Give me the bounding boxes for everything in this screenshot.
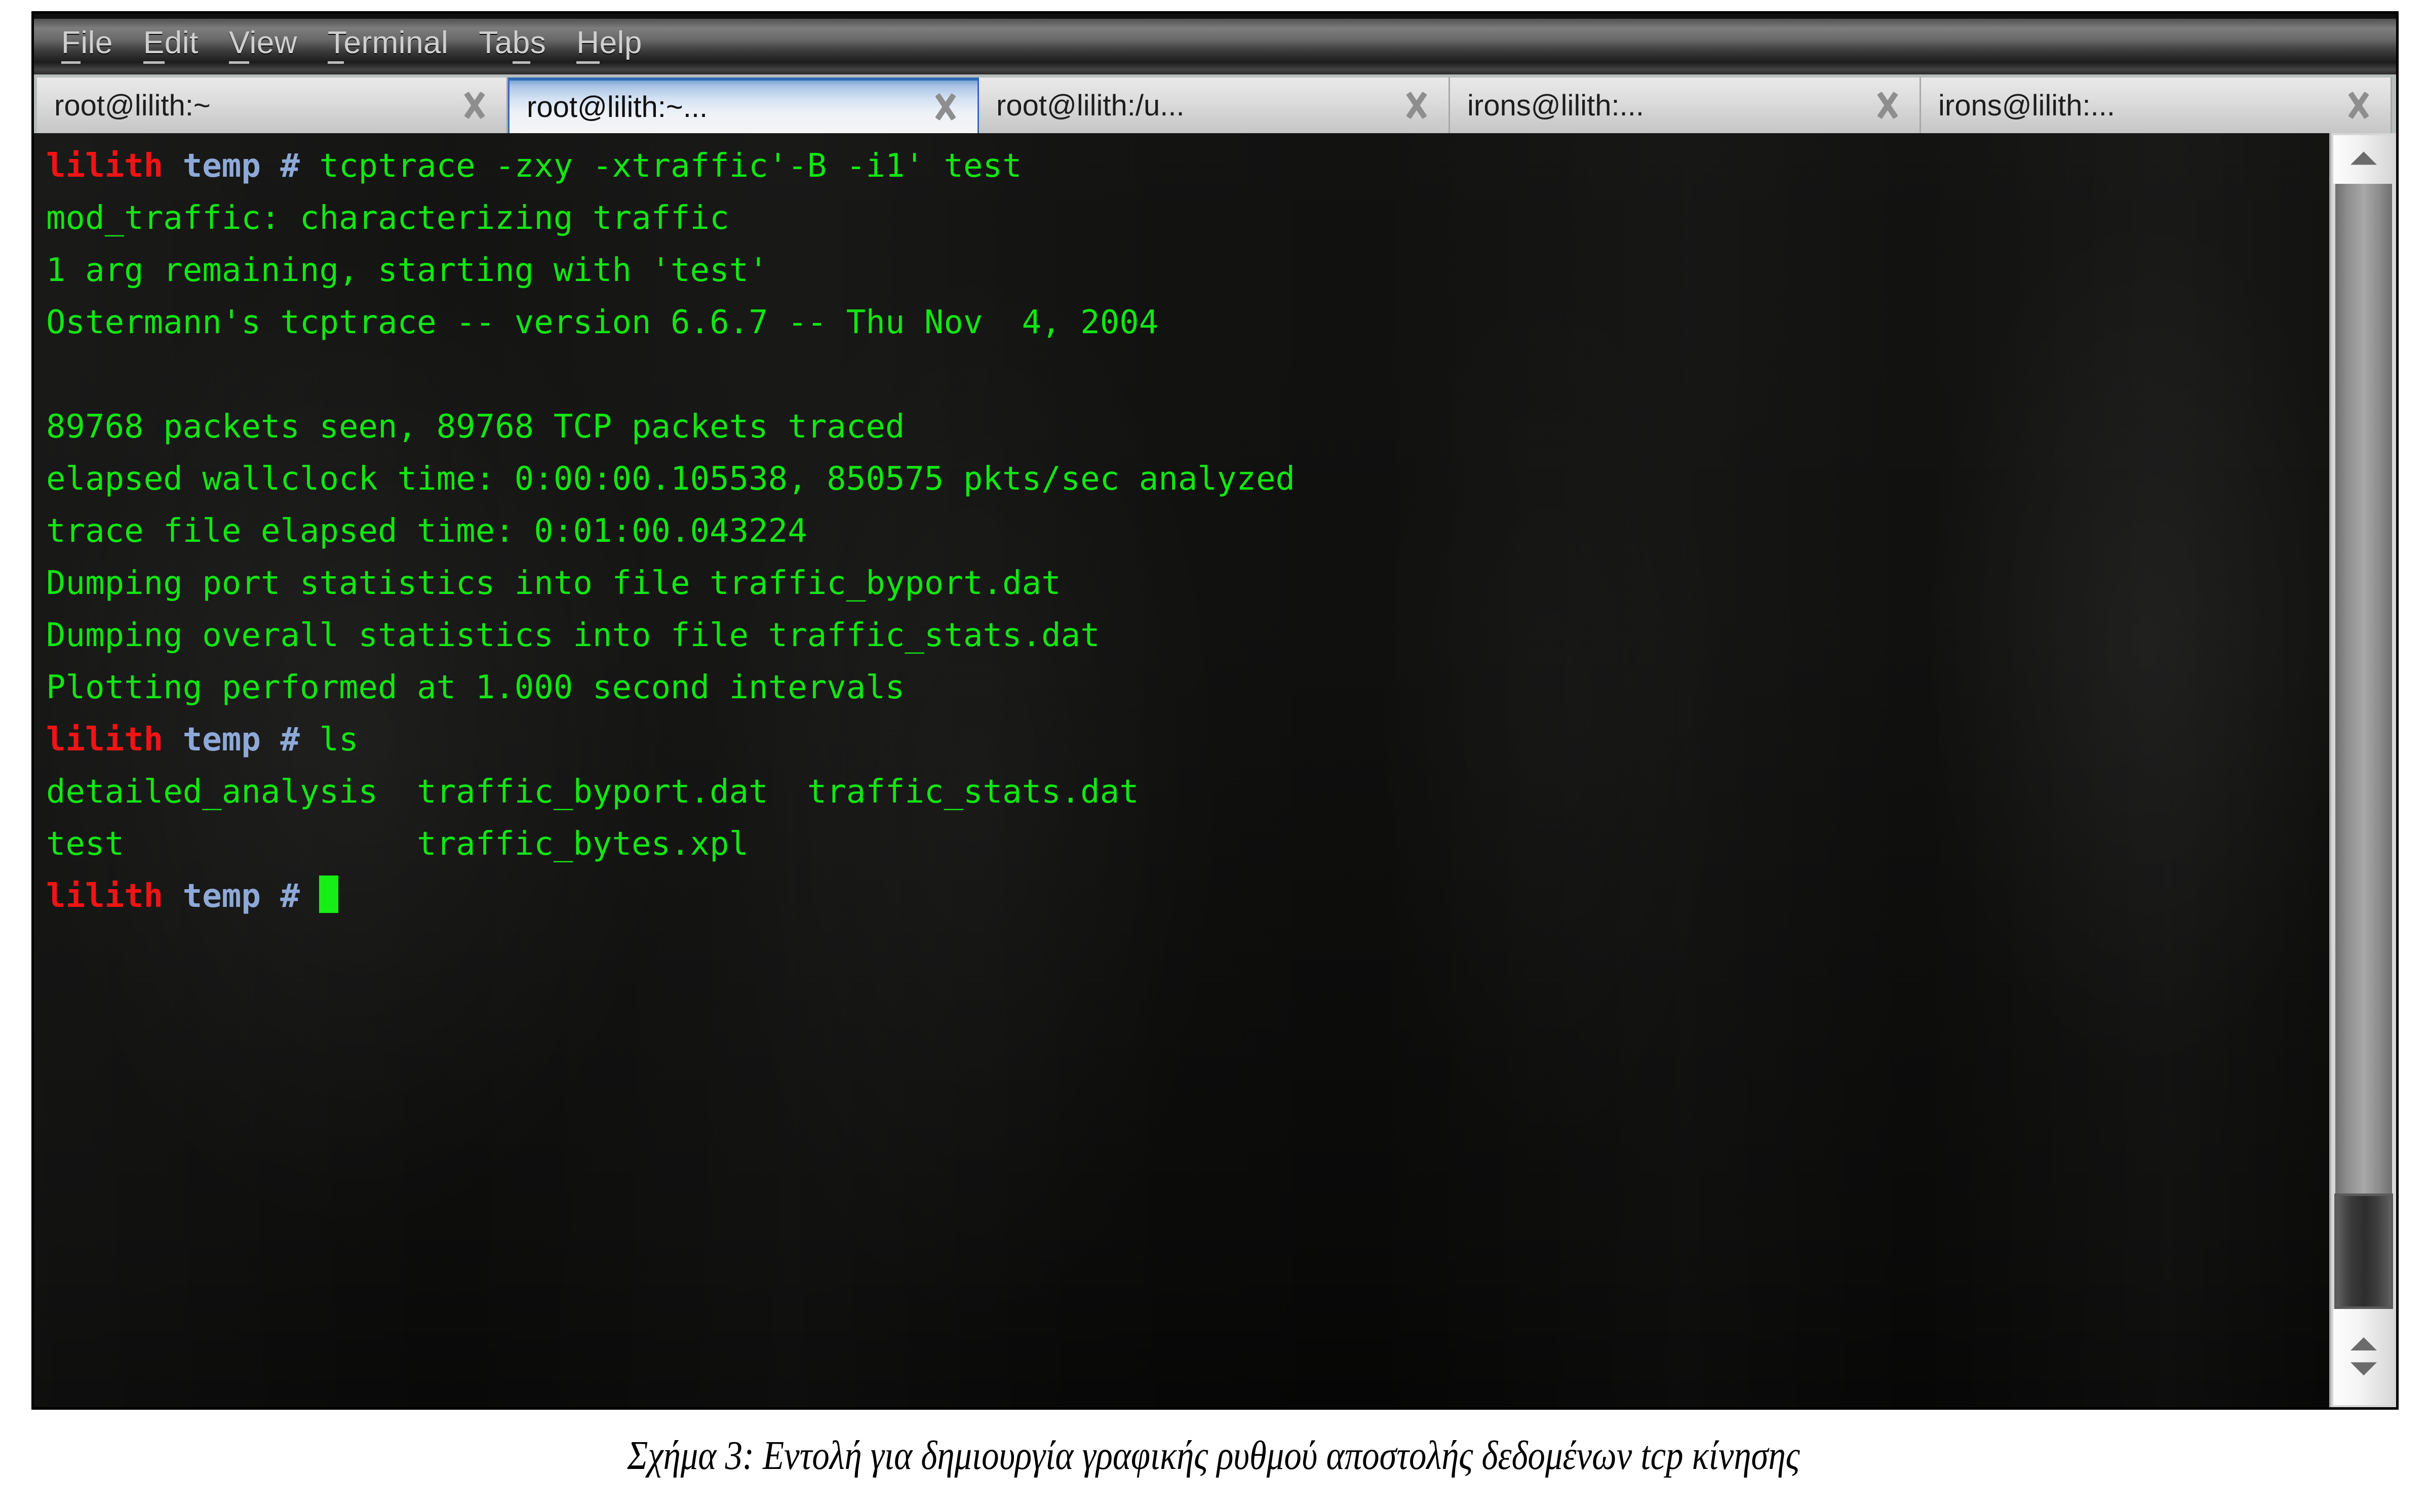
terminal-line: 1 arg remaining, starting with 'test' xyxy=(46,245,2329,297)
figure-caption: Σχήμα 3: Εντολή για δημιουργία γραφικής … xyxy=(627,1434,1800,1478)
terminal-line: 89768 packets seen, 89768 TCP packets tr… xyxy=(46,401,2329,453)
terminal-line: test traffic_bytes.xpl xyxy=(46,818,2329,870)
terminal-output-text: Dumping port statistics into file traffi… xyxy=(46,565,1061,602)
menu-mnemonic: b xyxy=(512,25,530,64)
terminal-output-text: Plotting performed at 1.000 second inter… xyxy=(46,669,905,706)
close-icon[interactable] xyxy=(2341,88,2376,123)
terminal-line: detailed_analysis traffic_byport.dat tra… xyxy=(46,766,2329,818)
terminal-line: trace file elapsed time: 0:01:00.043224 xyxy=(46,505,2329,558)
menu-mnemonic: F xyxy=(61,25,81,64)
menu-label-post: elp xyxy=(599,25,642,60)
terminal-line: Plotting performed at 1.000 second inter… xyxy=(46,662,2329,714)
tab-label: irons@lilith:... xyxy=(1938,89,2115,122)
menu-bar: File Edit View Terminal Tabs Help xyxy=(34,14,2396,74)
terminal-line: lilith temp # ls xyxy=(46,714,2329,766)
menu-mnemonic: E xyxy=(143,25,165,64)
prompt-hostname: lilith xyxy=(46,147,164,185)
prompt-hostname: lilith xyxy=(46,721,164,759)
scrollbar-thumb[interactable] xyxy=(2334,1193,2393,1309)
tab-4[interactable]: irons@lilith:... xyxy=(1921,77,2392,133)
terminal-area: lilith temp # tcptrace -zxy -xtraffic'-B… xyxy=(34,133,2396,1407)
terminal-output: lilith temp # tcptrace -zxy -xtraffic'-B… xyxy=(46,140,2329,923)
tab-label: root@lilith:~ xyxy=(54,89,211,122)
terminal-line: mod_traffic: characterizing traffic xyxy=(46,192,2329,245)
tab-3[interactable]: irons@lilith:... xyxy=(1450,77,1921,133)
terminal-line: elapsed wallclock time: 0:00:00.105538, … xyxy=(46,453,2329,505)
menu-mnemonic: T xyxy=(328,25,344,64)
menu-mnemonic: V xyxy=(228,25,250,64)
scroll-up-button[interactable] xyxy=(2333,135,2394,184)
menu-label-post: ile xyxy=(81,25,113,60)
menu-item-help[interactable]: Help xyxy=(561,22,657,66)
scrollbar-trough[interactable] xyxy=(2333,184,2394,1309)
close-icon[interactable] xyxy=(928,89,963,125)
menu-label-post: erminal xyxy=(343,25,449,60)
menu-label-post: iew xyxy=(249,25,298,60)
terminal-output-text: elapsed wallclock time: 0:00:00.105538, … xyxy=(46,460,1295,498)
menu-item-tabs[interactable]: Tabs xyxy=(463,22,561,66)
terminal-output-text: Dumping overall statistics into file tra… xyxy=(46,617,1100,654)
terminal-line: Dumping overall statistics into file tra… xyxy=(46,610,2329,662)
menu-item-view[interactable]: View xyxy=(214,22,312,66)
scroll-up-arrow-icon xyxy=(2351,1337,2377,1350)
terminal-output-text: detailed_analysis traffic_byport.dat tra… xyxy=(46,773,1139,811)
figure-page: File Edit View Terminal Tabs Help root@lilith… xyxy=(0,0,2427,1512)
prompt-cwd: temp xyxy=(182,878,261,915)
close-icon[interactable] xyxy=(457,88,492,123)
terminal-command: ls xyxy=(299,721,359,759)
terminal-cursor xyxy=(319,876,339,913)
prompt-hostname: lilith xyxy=(46,878,164,915)
menu-item-edit[interactable]: Edit xyxy=(128,22,214,66)
tab-0[interactable]: root@lilith:~ xyxy=(37,77,508,133)
terminal-output-text: trace file elapsed time: 0:01:00.043224 xyxy=(46,512,807,550)
close-icon[interactable] xyxy=(1399,88,1434,123)
terminal-line: Dumping port statistics into file traffi… xyxy=(46,558,2329,610)
prompt-symbol: # xyxy=(280,147,300,185)
terminal-line: Ostermann's tcptrace -- version 6.6.7 --… xyxy=(46,297,2329,349)
scrollbar-track-fill[interactable] xyxy=(2335,184,2392,1193)
terminal-output-text: 1 arg remaining, starting with 'test' xyxy=(46,252,768,289)
menu-mnemonic: H xyxy=(576,25,600,64)
scroll-down-arrow-icon xyxy=(2351,1362,2377,1376)
prompt-symbol: # xyxy=(280,721,300,759)
terminal-output-text: mod_traffic: characterizing traffic xyxy=(46,200,729,237)
menu-item-file[interactable]: File xyxy=(46,22,128,66)
terminal-line: lilith temp # tcptrace -zxy -xtraffic'-B… xyxy=(46,140,2329,192)
terminal-window: File Edit View Terminal Tabs Help root@lilith… xyxy=(31,11,2399,1410)
prompt-symbol: # xyxy=(280,878,300,915)
scroll-up-arrow-icon xyxy=(2351,151,2377,165)
terminal-scrollbar[interactable] xyxy=(2329,133,2396,1407)
menu-label-pre: Ta xyxy=(479,25,513,60)
tab-label: root@lilith:~... xyxy=(527,90,708,124)
tab-2[interactable]: root@lilith:/u... xyxy=(979,77,1450,133)
terminal-output-text: 89768 packets seen, 89768 TCP packets tr… xyxy=(46,408,905,446)
scroll-step-buttons[interactable] xyxy=(2333,1309,2394,1405)
tab-1[interactable]: root@lilith:~... xyxy=(508,77,979,133)
menu-label-post: dit xyxy=(164,25,199,60)
prompt-cwd: temp xyxy=(182,721,261,759)
tab-bar: root@lilith:~ root@lilith:~... root@lilith… xyxy=(34,74,2396,133)
tab-label: irons@lilith:... xyxy=(1467,89,1644,122)
terminal-line: lilith temp # xyxy=(46,870,2329,923)
tab-label: root@lilith:/u... xyxy=(996,89,1185,122)
terminal-screen[interactable]: lilith temp # tcptrace -zxy -xtraffic'-B… xyxy=(34,133,2329,1407)
terminal-command xyxy=(300,878,320,915)
menu-item-terminal[interactable]: Terminal xyxy=(312,22,463,66)
terminal-output-text: Ostermann's tcptrace -- version 6.6.7 --… xyxy=(46,304,1159,341)
menu-label-post: s xyxy=(530,25,546,60)
close-icon[interactable] xyxy=(1870,88,1905,123)
terminal-output-text: test traffic_bytes.xpl xyxy=(46,825,749,863)
terminal-command: tcptrace -zxy -xtraffic'-B -i1' test xyxy=(299,147,1022,185)
prompt-cwd: temp xyxy=(182,147,261,185)
